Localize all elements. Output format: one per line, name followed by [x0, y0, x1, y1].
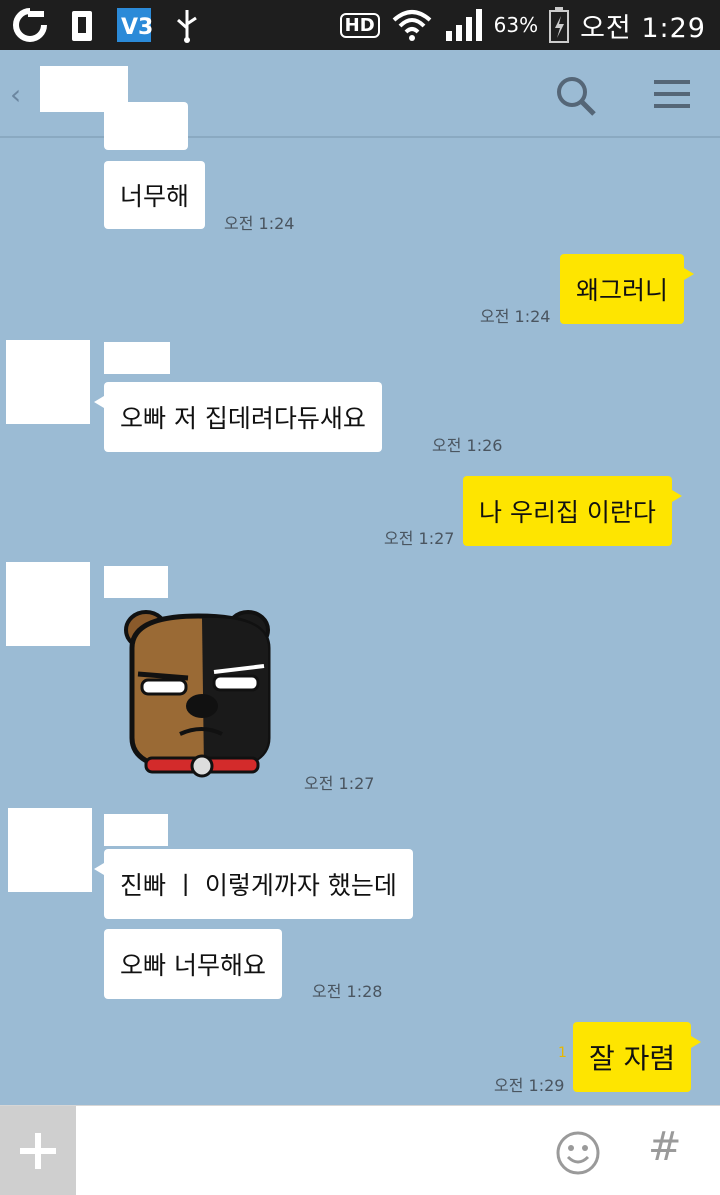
usb-icon	[177, 10, 197, 43]
battery-icon	[549, 7, 570, 43]
message-time: 오전 1:29	[494, 1076, 565, 1095]
message-bubble-mine[interactable]: 왜그러니	[560, 254, 695, 324]
sender-name-redacted	[104, 814, 168, 846]
search-icon[interactable]	[554, 74, 598, 118]
message-time: 오전 1:28	[312, 982, 383, 1001]
avatar-redacted[interactable]	[6, 562, 90, 646]
message-time: 오전 1:24	[480, 307, 551, 326]
message-input[interactable]	[90, 1116, 530, 1186]
battery-percent: 63%	[493, 13, 539, 37]
brown-dog-sticker[interactable]	[118, 608, 280, 790]
unread-count: 1	[558, 1045, 567, 1061]
sender-name-redacted	[104, 566, 168, 598]
message-bubble[interactable]: 너무해	[104, 161, 206, 229]
message-time: 오전 1:27	[384, 529, 455, 548]
message-bubble-mine[interactable]: 나 우리집 이란다	[463, 476, 682, 546]
signal-icon	[445, 9, 482, 41]
hd-badge: HD	[339, 12, 380, 38]
plus-button[interactable]	[0, 1106, 76, 1195]
carrier-icon	[13, 8, 47, 42]
avatar-redacted[interactable]	[6, 340, 90, 424]
sd-card-icon	[72, 11, 92, 41]
svg-text:V3: V3	[121, 15, 152, 40]
wifi-icon	[392, 10, 431, 41]
status-bar: V3 HD 63% 오전 1:29	[0, 0, 720, 50]
message-time: 오전 1:26	[432, 436, 503, 455]
message-bubble[interactable]: 오빠 너무해요	[104, 929, 282, 999]
message-bubble-partial	[104, 102, 188, 150]
menu-icon[interactable]	[654, 78, 690, 110]
plus-icon	[20, 1133, 56, 1169]
sender-name-redacted	[104, 342, 170, 374]
emoji-icon[interactable]	[555, 1130, 601, 1176]
message-list: 너무해 오전 1:24 왜그러니 오전 1:24 오빠 저 집데려다듀새요 오전…	[0, 102, 720, 1105]
input-bar: #	[0, 1105, 720, 1195]
message-bubble[interactable]: 오빠 저 집데려다듀새요	[94, 382, 382, 452]
message-bubble-mine[interactable]: 잘 자렴	[573, 1022, 702, 1092]
message-time: 오전 1:24	[224, 214, 295, 233]
back-icon[interactable]: ‹	[10, 78, 21, 111]
message-time: 오전 1:27	[304, 774, 375, 793]
message-bubble[interactable]: 진빠 ㅣ 이렇게까자 했는데	[94, 849, 413, 919]
avatar-redacted[interactable]	[8, 808, 92, 892]
status-time: 오전 1:29	[580, 12, 706, 44]
hash-icon[interactable]: #	[648, 1124, 682, 1170]
v3-icon: V3	[117, 8, 152, 42]
